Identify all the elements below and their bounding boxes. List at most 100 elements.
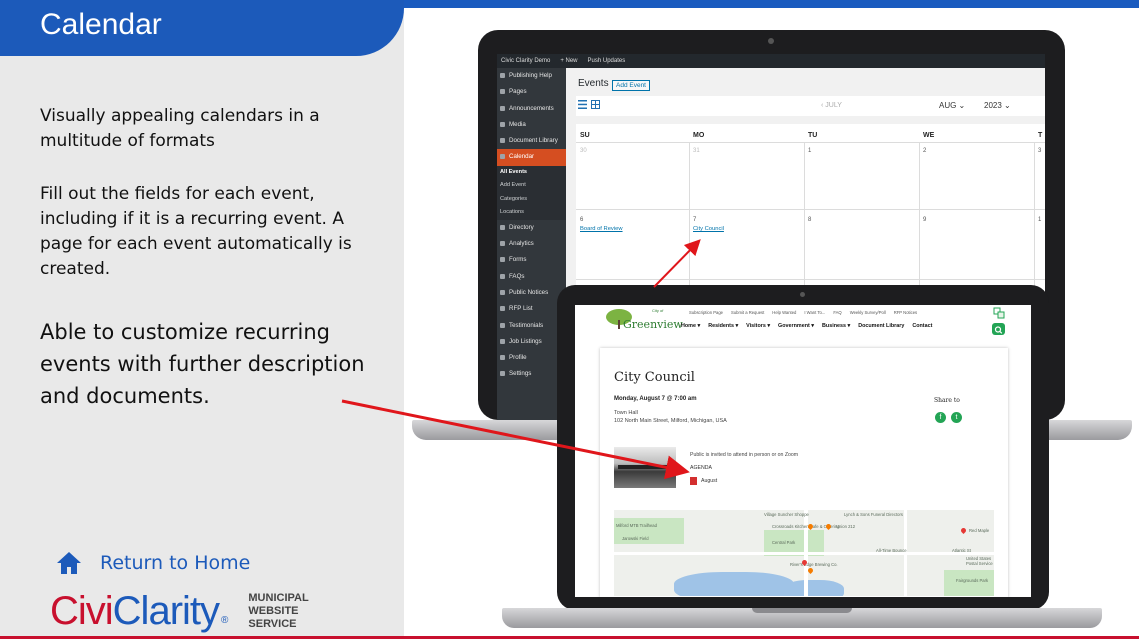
nav-home[interactable]: Home ▾ [681, 323, 700, 329]
util-link[interactable]: I Want To... [804, 310, 825, 315]
util-link[interactable]: FAQ [833, 310, 841, 315]
logo-tagline: MUNICIPAL WEBSITE SERVICE [248, 592, 308, 631]
month-selector[interactable]: AUG ⌄ [939, 101, 965, 110]
add-event-button[interactable]: Add Event [612, 80, 650, 91]
map-pin-icon[interactable] [806, 566, 815, 575]
menu-rfp-list[interactable]: RFP List [497, 301, 566, 317]
base-notch [752, 608, 852, 613]
nav-contact[interactable]: Contact [912, 323, 932, 329]
grid-line [576, 209, 1045, 210]
event-city-council[interactable]: City Council [693, 226, 724, 232]
weekday-header: T [1038, 132, 1043, 139]
agenda-document-link[interactable]: August [701, 478, 717, 484]
menu-testimonials[interactable]: Testimonials [497, 318, 566, 334]
event-photo [614, 447, 676, 488]
prev-month-button[interactable]: ‹ JULY [821, 102, 842, 109]
menu-job-listings[interactable]: Job Listings [497, 334, 566, 350]
site-name[interactable]: Greenview [623, 318, 683, 331]
util-link[interactable]: Subscription Page [689, 310, 723, 315]
nav-document-library[interactable]: Document Library [858, 323, 904, 329]
event-map[interactable]: Village Suncher Shoppe Lynch & Sons Fune… [614, 510, 994, 596]
util-link[interactable]: RFP Notices [894, 310, 917, 315]
event-title: City Council [614, 370, 695, 385]
map-label: Milford MTB Trailhead [616, 523, 657, 528]
day-number: 1 [808, 148, 812, 154]
twitter-icon[interactable]: t [951, 412, 962, 423]
month-view-icon[interactable] [591, 100, 600, 109]
menu-pages[interactable]: Pages [497, 84, 566, 100]
menu-calendar[interactable]: Calendar [497, 149, 566, 166]
day-number: 30 [580, 148, 587, 154]
year-selector[interactable]: 2023 ⌄ [984, 101, 1011, 110]
submenu-locations[interactable]: Locations [497, 206, 566, 220]
nav-business[interactable]: Business ▾ [822, 323, 850, 329]
menu-public-notices[interactable]: Public Notices [497, 285, 566, 301]
map-water [674, 572, 794, 596]
event-board-of-review[interactable]: Board of Review [580, 226, 623, 232]
pdf-icon[interactable] [690, 477, 697, 485]
public-laptop: City of Greenview Subscription Page Subm… [557, 285, 1049, 610]
tagline-line: MUNICIPAL [248, 591, 309, 604]
description-paragraph-3: Able to customize recurring events with … [40, 320, 365, 408]
description-paragraph-1: Visually appealing calendars in a multit… [40, 106, 320, 151]
events-heading: Events [578, 78, 609, 89]
map-label: Red Maple [969, 528, 990, 533]
map-road [614, 552, 994, 555]
submenu-all-events[interactable]: All Events [497, 165, 566, 180]
menu-document-library[interactable]: Document Library [497, 133, 566, 149]
menu-analytics[interactable]: Analytics [497, 236, 566, 252]
site-city-of: City of [652, 308, 664, 313]
description-paragraph-2: Fill out the fields for each event, incl… [40, 184, 352, 279]
menu-faqs[interactable]: FAQs [497, 269, 566, 285]
map-label: United States Postal Service [966, 556, 993, 566]
logo-civic: Civi [50, 589, 114, 633]
calendar-toolbar: ‹ JULY AUG ⌄ 2023 ⌄ [576, 96, 1045, 116]
topbar-site-name[interactable]: Civic Clarity Demo [501, 54, 550, 68]
weekday-header: TU [808, 132, 818, 139]
map-road [904, 510, 907, 596]
util-link[interactable]: Help Wanted [772, 310, 796, 315]
title-bar: Calendar [0, 0, 404, 56]
menu-forms[interactable]: Forms [497, 252, 566, 268]
public-screen: City of Greenview Subscription Page Subm… [575, 305, 1031, 597]
map-label: Lynch & Sons Funeral Directors [844, 512, 903, 517]
nav-residents[interactable]: Residents ▾ [708, 323, 738, 329]
list-view-icon[interactable] [578, 100, 587, 109]
map-label: Atlantic St [952, 548, 971, 553]
facebook-icon[interactable]: f [935, 412, 946, 423]
logo-clarity: Clarity [112, 589, 220, 633]
bottom-accent-line [0, 636, 1139, 639]
submenu-categories[interactable]: Categories [497, 192, 566, 207]
search-button[interactable] [992, 323, 1005, 335]
day-number: 2 [923, 148, 927, 154]
tagline-line: WEBSITE [248, 604, 299, 617]
return-home-label: Return to Home [100, 552, 251, 574]
util-link[interactable]: Submit a Request [731, 310, 764, 315]
event-description: Public is invited to attend in person or… [690, 452, 799, 458]
weekday-header: WE [923, 132, 935, 139]
home-icon [57, 552, 81, 574]
util-link[interactable]: Weekly Survey/Poll [850, 310, 886, 315]
menu-settings[interactable]: Settings [497, 366, 566, 382]
nav-government[interactable]: Government ▾ [778, 323, 814, 329]
topbar-new[interactable]: + New [560, 54, 577, 68]
menu-publishing-help[interactable]: Publishing Help [497, 68, 566, 84]
search-icon [994, 326, 1003, 334]
map-label: Jarowski Field [622, 536, 649, 541]
map-label: Union 212 [836, 524, 856, 529]
map-pin-icon[interactable] [959, 526, 968, 535]
menu-media[interactable]: Media [497, 117, 566, 133]
translate-icon[interactable] [993, 307, 1005, 319]
return-home-link[interactable]: Return to Home [56, 550, 250, 576]
menu-announcements[interactable]: Announcements [497, 101, 566, 117]
grid-line [576, 142, 1045, 143]
topbar-push-updates[interactable]: Push Updates [588, 54, 626, 68]
camera-dot [768, 38, 774, 44]
menu-directory[interactable]: Directory [497, 220, 566, 236]
nav-visitors[interactable]: Visitors ▾ [746, 323, 770, 329]
day-number: 6 [580, 217, 584, 223]
event-datetime: Monday, August 7 @ 7:00 am [614, 396, 697, 402]
submenu-add-event[interactable]: Add Event [497, 179, 566, 193]
menu-profile[interactable]: Profile [497, 350, 566, 366]
event-venue[interactable]: Town Hall [614, 410, 638, 416]
